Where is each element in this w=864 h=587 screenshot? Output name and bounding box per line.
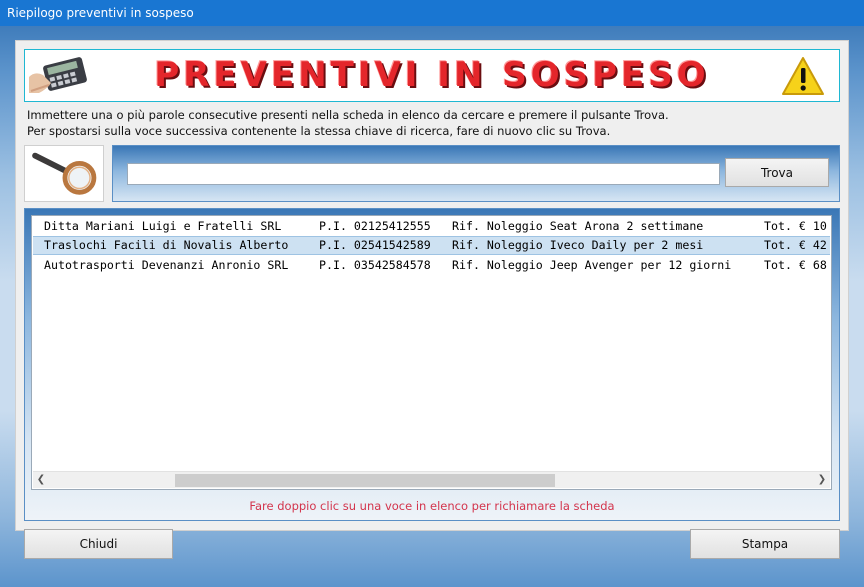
- vat-number: P.I. 02125412555: [319, 219, 431, 233]
- window-title: Riepilogo preventivi in sospeso: [0, 0, 864, 26]
- warning-icon: [782, 57, 824, 95]
- client-name: Traslochi Facili di Novalis Alberto: [44, 238, 289, 252]
- vat-number: P.I. 03542584578: [319, 258, 431, 272]
- list-item[interactable]: Traslochi Facili di Novalis Alberto P.I.…: [33, 236, 830, 255]
- banner: PREVENTIVI IN SOSPESO: [24, 49, 840, 102]
- print-button[interactable]: Stampa: [690, 529, 840, 559]
- reference: Rif. Noleggio Iveco Daily per 2 mesi: [452, 238, 704, 252]
- client-name: Autotrasporti Devenanzi Anronio SRL: [44, 258, 289, 272]
- total: Tot. € 10: [764, 219, 827, 233]
- magnifier-icon: [32, 152, 97, 195]
- list-item[interactable]: Ditta Mariani Luigi e Fratelli SRL P.I. …: [33, 217, 830, 236]
- scroll-left-icon[interactable]: ❮: [33, 472, 49, 488]
- search-input[interactable]: [127, 163, 720, 185]
- total: Tot. € 42: [764, 238, 827, 252]
- scrollbar-thumb[interactable]: [175, 474, 555, 487]
- banner-title: PREVENTIVI IN SOSPESO: [154, 55, 710, 95]
- magnifier-box: [24, 145, 104, 202]
- double-click-hint: Fare doppio clic su una voce in elenco p…: [249, 499, 615, 513]
- instruction-line-1: Immettere una o più parole consecutive p…: [27, 108, 669, 122]
- reference: Rif. Noleggio Jeep Avenger per 12 giorni: [452, 258, 732, 272]
- instruction-line-2: Per spostarsi sulla voce successiva cont…: [27, 124, 611, 138]
- close-button[interactable]: Chiudi: [24, 529, 173, 559]
- find-button[interactable]: Trova: [725, 158, 829, 187]
- quotes-list[interactable]: Ditta Mariani Luigi e Fratelli SRL P.I. …: [31, 215, 832, 490]
- list-item[interactable]: Autotrasporti Devenanzi Anronio SRL P.I.…: [33, 256, 830, 275]
- reference: Rif. Noleggio Seat Arona 2 settimane: [452, 219, 704, 233]
- scroll-right-icon[interactable]: ❯: [814, 472, 830, 488]
- vat-number: P.I. 02541542589: [319, 238, 431, 252]
- client-name: Ditta Mariani Luigi e Fratelli SRL: [44, 219, 282, 233]
- horizontal-scrollbar[interactable]: ❮ ❯: [33, 471, 830, 488]
- total: Tot. € 68: [764, 258, 827, 272]
